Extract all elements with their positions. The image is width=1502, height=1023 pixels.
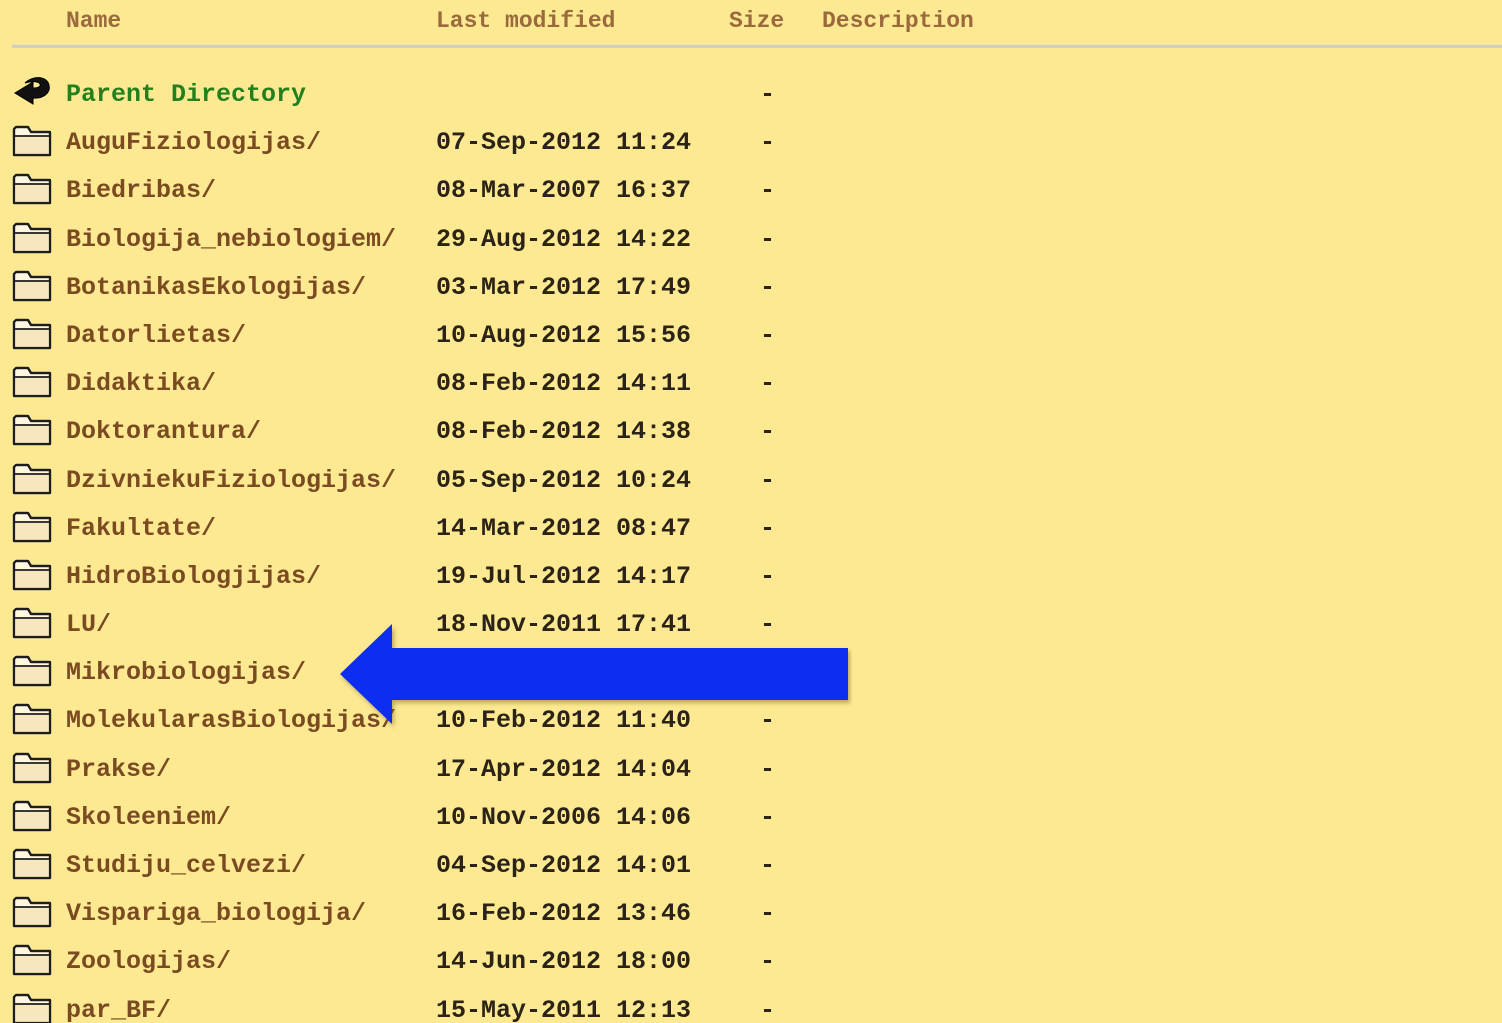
column-header-name[interactable]: Name [66, 6, 121, 36]
last-modified-value: 17-Apr-2012 14:04 [436, 754, 692, 784]
parent-size: - [760, 80, 776, 109]
size-value: - [760, 754, 776, 784]
last-modified-value: 08-Mar-2007 16:37 [436, 176, 692, 206]
folder-icon [12, 752, 52, 783]
folder-link[interactable]: Doktorantura/ [66, 417, 261, 447]
last-modified-value: 03-Mar-2012 17:49 [436, 272, 692, 302]
folder-icon [12, 126, 52, 157]
list-item: HidroBiologjijas/19-Jul-2012 14:17 - [0, 554, 1502, 602]
last-modified-value: 15-May-2011 12:13 [436, 995, 692, 1023]
size-value: - [760, 802, 776, 832]
list-item: Fakultate/14-Mar-2012 08:47 - [0, 506, 1502, 554]
back-arrow-icon [14, 77, 50, 105]
list-item: DzivniekuFiziologijas/05-Sep-2012 10:24 - [0, 458, 1502, 506]
folder-link[interactable]: Didaktika/ [66, 369, 216, 399]
folder-link[interactable]: Zoologijas/ [66, 947, 231, 977]
folder-icon [12, 993, 52, 1023]
last-modified-value: 08-Feb-2012 14:38 [436, 417, 692, 447]
list-item: Prakse/17-Apr-2012 14:04 - [0, 747, 1502, 795]
folder-icon [12, 800, 52, 831]
listing-header: Name Last modified Size Description [0, 4, 1502, 40]
folder-icon [12, 222, 52, 253]
folder-icon [12, 415, 52, 446]
folder-link[interactable]: BotanikasEkologijas/ [66, 273, 366, 303]
last-modified-value: 05-Sep-2012 10:24 [436, 465, 692, 495]
folder-icon [12, 511, 52, 542]
directory-listing-page: Name Last modified Size Description Pare… [0, 0, 1502, 1023]
list-item: Studiju_celvezi/04-Sep-2012 14:01 - [0, 843, 1502, 891]
folder-icon [12, 270, 52, 301]
folder-link[interactable]: LU/ [66, 610, 111, 640]
size-value: - [760, 465, 776, 495]
last-modified-value: 29-Aug-2012 14:22 [436, 224, 692, 254]
size-value: - [760, 947, 776, 977]
folder-link[interactable]: HidroBiologjijas/ [66, 562, 321, 592]
size-value: - [760, 561, 776, 591]
list-item: Zoologijas/14-Jun-2012 18:00 - [0, 939, 1502, 987]
list-item: Biedribas/08-Mar-2007 16:37 - [0, 168, 1502, 216]
last-modified-value: 10-Aug-2012 15:56 [436, 320, 692, 350]
folder-link[interactable]: Studiju_celvezi/ [66, 851, 306, 881]
list-item: Biologija_nebiologiem/29-Aug-2012 14:22 - [0, 217, 1502, 265]
size-value: - [760, 224, 776, 254]
folder-link[interactable]: Skoleeniem/ [66, 803, 231, 833]
parent-directory-link[interactable]: Parent Directory [66, 80, 306, 110]
folder-link[interactable]: Datorlietas/ [66, 321, 246, 351]
last-modified-value: 19-Jul-2012 14:17 [436, 561, 692, 591]
last-modified-value: 10-Nov-2006 14:06 [436, 802, 692, 832]
size-value: - [760, 851, 776, 880]
column-header-description[interactable]: Description [822, 6, 974, 36]
folder-link[interactable]: par_BF/ [66, 996, 171, 1023]
size-value: - [760, 320, 776, 350]
size-value: - [760, 176, 776, 206]
list-item: Datorlietas/10-Aug-2012 15:56 - [0, 313, 1502, 361]
folder-link[interactable]: Mikrobiologijas/ [66, 658, 306, 688]
folder-icon [12, 559, 52, 590]
list-item: Skoleeniem/10-Nov-2006 14:06 - [0, 795, 1502, 843]
folder-link[interactable]: Biologija_nebiologiem/ [66, 225, 396, 255]
folder-link[interactable]: AuguFiziologijas/ [66, 128, 321, 158]
last-modified-value: 16-Feb-2012 13:46 [436, 899, 692, 929]
folder-icon [12, 848, 52, 880]
list-item: Doktorantura/08-Feb-2012 14:38 - [0, 409, 1502, 457]
size-value: - [760, 417, 776, 447]
folder-icon [12, 945, 52, 976]
folder-icon [12, 174, 52, 205]
last-modified-value: 14-Jun-2012 18:00 [436, 947, 692, 977]
folder-link[interactable]: Biedribas/ [66, 176, 216, 206]
folder-icon [12, 318, 52, 350]
header-divider [12, 44, 1502, 48]
last-modified-value: 08-Feb-2012 14:11 [436, 369, 692, 399]
folder-icon [12, 704, 52, 735]
folder-icon [12, 656, 52, 687]
folder-icon [12, 463, 52, 494]
folder-icon [12, 367, 52, 398]
folder-link[interactable]: DzivniekuFiziologijas/ [66, 466, 396, 496]
size-value: - [760, 513, 776, 543]
size-value: - [760, 272, 776, 302]
last-modified-value: 04-Sep-2012 14:01 [436, 851, 692, 880]
file-list: Parent Directory - AuguFiziologijas/07-S… [0, 72, 1502, 1023]
list-item: AuguFiziologijas/07-Sep-2012 11:24 - [0, 120, 1502, 168]
parent-directory-row: Parent Directory - [0, 72, 1502, 120]
column-header-size[interactable]: Size [729, 6, 784, 36]
size-value: - [760, 128, 776, 158]
last-modified-value: 07-Sep-2012 11:24 [436, 128, 692, 158]
list-item: Vispariga_biologija/16-Feb-2012 13:46 - [0, 891, 1502, 939]
size-value: - [760, 995, 776, 1023]
folder-icon [12, 897, 52, 928]
folder-icon [12, 607, 52, 639]
folder-link[interactable]: Vispariga_biologija/ [66, 899, 366, 929]
size-value: - [760, 899, 776, 929]
last-modified-value: 14-Mar-2012 08:47 [436, 513, 692, 543]
list-item: BotanikasEkologijas/03-Mar-2012 17:49 - [0, 265, 1502, 313]
folder-link[interactable]: Fakultate/ [66, 514, 216, 544]
folder-link[interactable]: Prakse/ [66, 755, 171, 785]
left-arrow-annotation-icon [340, 624, 848, 724]
list-item: par_BF/15-May-2011 12:13 - [0, 988, 1502, 1023]
list-item: Didaktika/08-Feb-2012 14:11 - [0, 361, 1502, 409]
size-value: - [760, 369, 776, 399]
column-header-last-modified[interactable]: Last modified [436, 6, 615, 36]
